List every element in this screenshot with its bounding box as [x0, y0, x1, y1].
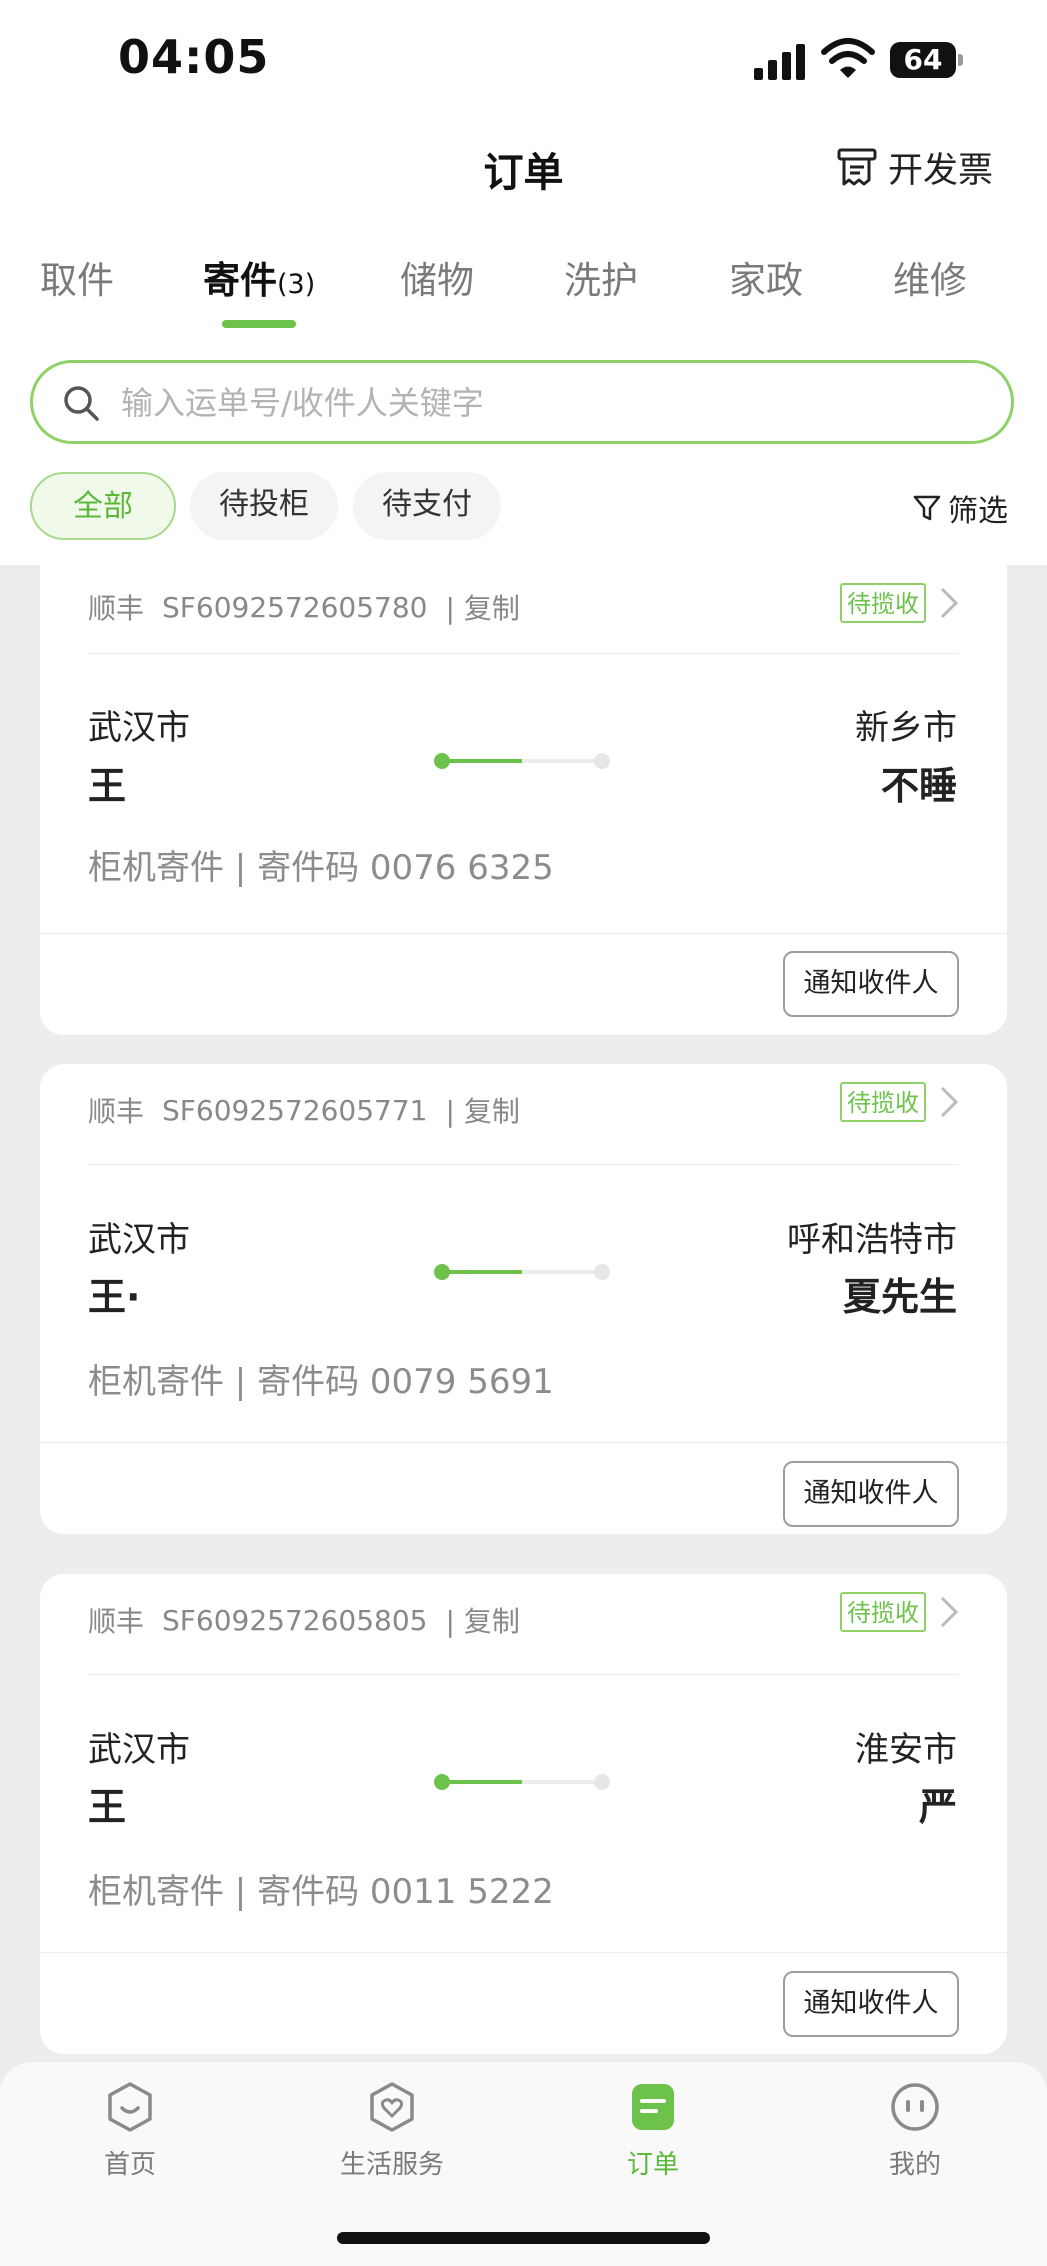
notify-recipient-button[interactable]: 通知收件人	[783, 1461, 959, 1527]
origin-city: 武汉市	[88, 708, 190, 748]
search-input[interactable]	[119, 375, 993, 431]
chevron-right-icon[interactable]	[938, 585, 960, 621]
filter-label: 筛选	[948, 494, 1008, 529]
origin-city: 武汉市	[88, 1730, 190, 1770]
destination-city: 呼和浩特市	[787, 1220, 957, 1260]
pickup-code: 柜机寄件 | 寄件码 0076 6325	[88, 848, 554, 888]
tab-laundry[interactable]: 洗护	[564, 250, 638, 304]
recipient-name: 不睡	[880, 764, 957, 808]
tab-send[interactable]: 寄件(3)	[203, 250, 315, 304]
tab-label: 取件	[40, 259, 114, 302]
nav-orders[interactable]: 订单	[578, 2080, 728, 2181]
copy-button[interactable]: | 复制	[445, 1090, 519, 1130]
notify-recipient-button[interactable]: 通知收件人	[783, 1971, 959, 2037]
filter-icon	[913, 495, 941, 521]
nav-profile[interactable]: 我的	[840, 2080, 990, 2181]
tab-label: 储物	[400, 259, 474, 302]
active-tab-indicator	[222, 320, 296, 328]
home-indicator	[337, 2232, 710, 2244]
heart-hexagon-icon	[370, 2082, 414, 2132]
order-card[interactable]: 顺丰 SF6092572605771 | 复制 待揽收 武汉市 王· 呼和浩特市…	[40, 1064, 1007, 1534]
profile-face-icon	[891, 2083, 939, 2131]
chip-all[interactable]: 全部	[30, 472, 176, 540]
carrier-name: 顺丰	[88, 1095, 145, 1128]
order-header: 顺丰 SF6092572605771 | 复制	[88, 1082, 958, 1138]
shipping-progress	[434, 753, 610, 769]
sender-name: 王	[88, 1785, 127, 1829]
chevron-right-icon[interactable]	[938, 1594, 960, 1630]
notify-recipient-button[interactable]: 通知收件人	[783, 951, 959, 1017]
battery-tip	[958, 54, 963, 66]
cellular-signal-icon	[754, 44, 805, 80]
pickup-code: 柜机寄件 | 寄件码 0079 5691	[88, 1362, 554, 1402]
nav-home[interactable]: 首页	[55, 2080, 205, 2181]
filter-chips: 全部 待投柜 待支付 筛选	[0, 472, 1047, 542]
battery-icon: 64	[890, 42, 964, 80]
tab-label: 洗护	[564, 259, 638, 302]
tab-storage[interactable]: 储物	[400, 250, 474, 304]
tab-repair[interactable]: 维修	[893, 250, 967, 304]
carrier-name: 顺丰	[88, 1605, 145, 1638]
origin-city: 武汉市	[88, 1220, 190, 1260]
home-icon	[108, 2082, 152, 2132]
tab-label: 家政	[729, 259, 803, 302]
tab-label: 维修	[893, 259, 967, 302]
divider	[88, 1674, 958, 1675]
status-bar: 04:05 64	[0, 0, 1047, 120]
status-badge: 待揽收	[840, 1592, 926, 1632]
shipping-progress	[434, 1774, 610, 1790]
search-bar[interactable]	[30, 360, 1014, 444]
invoice-icon	[837, 148, 877, 186]
copy-button[interactable]: | 复制	[445, 1600, 519, 1640]
tracking-number: SF6092572605771	[162, 1093, 428, 1127]
status-badge: 待揽收	[840, 583, 926, 623]
divider	[40, 933, 1007, 934]
order-header: 顺丰 SF6092572605805 | 复制	[88, 1592, 958, 1648]
sender-name: 王	[88, 764, 127, 808]
destination-city: 淮安市	[855, 1730, 957, 1770]
divider	[88, 1164, 958, 1165]
recipient-name: 夏先生	[842, 1275, 957, 1319]
wifi-icon	[821, 38, 875, 78]
tracking-number: SF6092572605805	[162, 1603, 428, 1637]
nav-label: 订单	[626, 2150, 679, 2180]
order-card[interactable]: 顺丰 SF6092572605780 | 复制 待揽收 武汉市 王 新乡市 不睡…	[40, 565, 1007, 1035]
chip-pending-deposit[interactable]: 待投柜	[190, 472, 338, 540]
recipient-name: 严	[918, 1785, 957, 1829]
chip-pending-payment[interactable]: 待支付	[353, 472, 501, 540]
order-card[interactable]: 顺丰 SF6092572605805 | 复制 待揽收 武汉市 王 淮安市 严 …	[40, 1574, 1007, 2054]
tracking-number: SF6092572605780	[162, 590, 428, 624]
divider	[88, 653, 958, 654]
divider	[40, 1442, 1007, 1443]
nav-label: 生活服务	[339, 2150, 444, 2180]
sender-name: 王·	[88, 1275, 141, 1319]
shipping-progress	[434, 1264, 610, 1280]
nav-label: 我的	[888, 2150, 941, 2180]
tab-label: 寄件	[203, 259, 277, 302]
invoice-button[interactable]: 开发票	[836, 142, 993, 192]
pickup-code: 柜机寄件 | 寄件码 0011 5222	[88, 1872, 554, 1912]
chevron-right-icon[interactable]	[938, 1084, 960, 1120]
carrier-name: 顺丰	[88, 592, 145, 625]
invoice-label: 开发票	[888, 150, 994, 191]
nav-life-services[interactable]: 生活服务	[317, 2080, 467, 2181]
battery-level: 64	[890, 42, 956, 78]
filter-button[interactable]: 筛选	[912, 486, 1008, 530]
category-tabs: 取件 寄件(3) 储物 洗护 家政 维修	[0, 240, 1047, 335]
divider	[40, 1952, 1007, 1953]
copy-button[interactable]: | 复制	[445, 587, 519, 627]
header: 订单 开发票	[0, 130, 1047, 210]
tab-housekeeping[interactable]: 家政	[729, 250, 803, 304]
order-header: 顺丰 SF6092572605780 | 复制	[88, 579, 958, 635]
orders-icon	[632, 2084, 674, 2130]
tab-count: (3)	[277, 269, 316, 300]
search-icon	[64, 386, 99, 421]
tab-pickup[interactable]: 取件	[40, 250, 114, 304]
destination-city: 新乡市	[855, 708, 957, 748]
nav-label: 首页	[103, 2150, 156, 2180]
status-time: 04:05	[118, 30, 270, 84]
status-badge: 待揽收	[840, 1082, 926, 1122]
